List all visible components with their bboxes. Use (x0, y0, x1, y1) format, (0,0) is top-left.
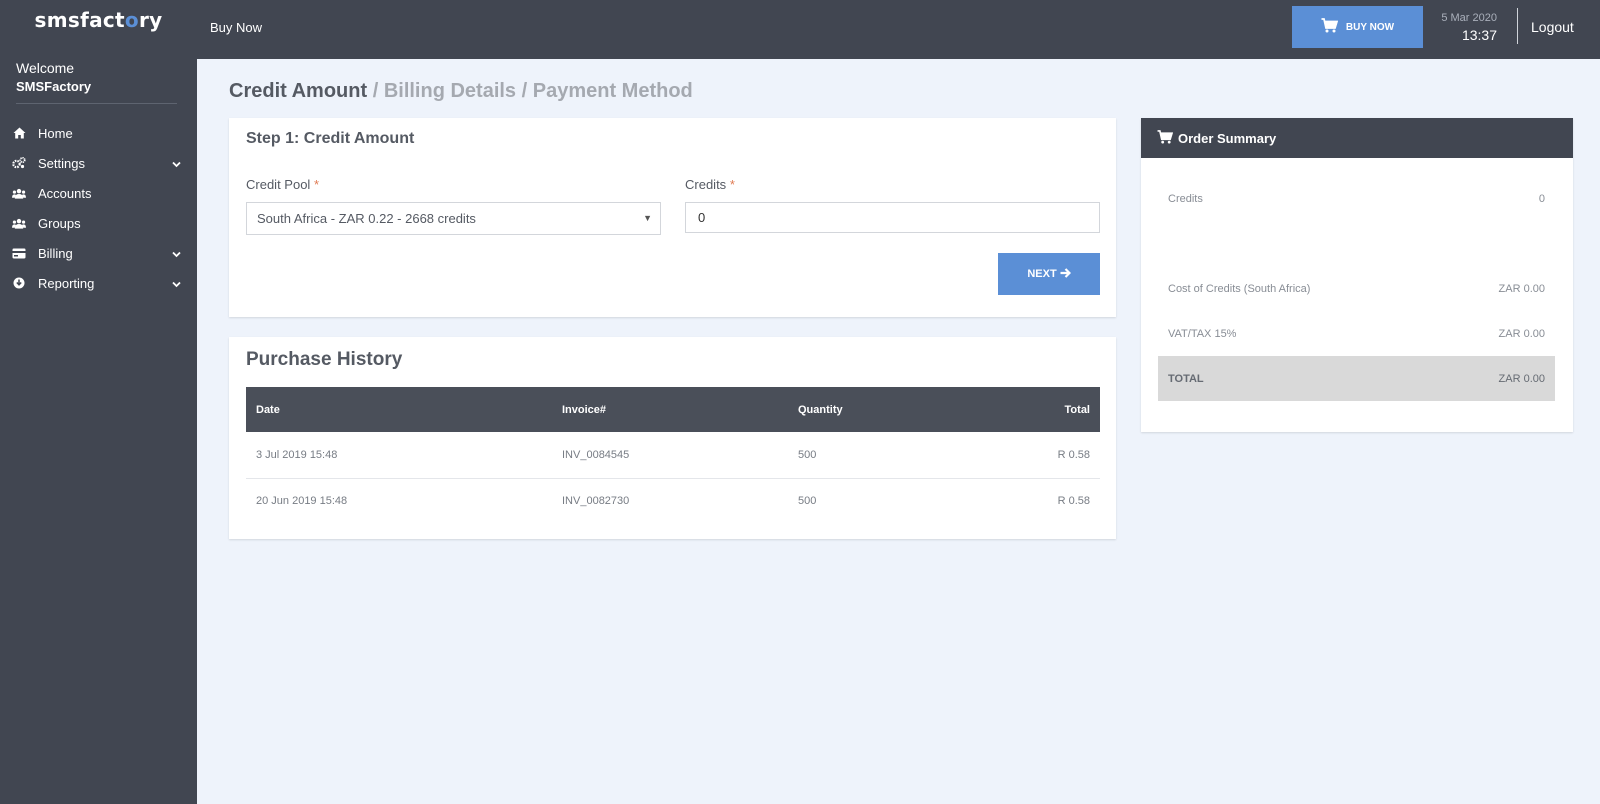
sidebar-item-label: Reporting (38, 275, 95, 291)
sidebar-item-billing[interactable]: Billing (0, 238, 197, 268)
users-icon (12, 186, 26, 200)
step-billing-details: Billing Details (383, 80, 517, 102)
column-header-total[interactable]: Total (948, 387, 1100, 432)
order-summary-header: Order Summary (1141, 118, 1573, 158)
cell-date: 3 Jul 2019 15:48 (256, 448, 338, 461)
cell-invoice: INV_0082730 (562, 495, 630, 508)
current-time: 13:37 (1461, 27, 1497, 43)
welcome-block: Welcome SMSFactory (0, 40, 197, 94)
column-header-invoice[interactable]: Invoice# (552, 387, 788, 432)
summary-row-total: TOTAL ZAR 0.00 (1158, 356, 1555, 401)
download-circle-icon (12, 276, 26, 290)
summary-label: Cost of Credits (South Africa) (1168, 282, 1311, 295)
sidebar-item-groups[interactable]: Groups (0, 208, 197, 238)
arrow-right-icon (1060, 267, 1071, 281)
table-header-row: Date Invoice# Quantity Total (246, 387, 1100, 432)
purchase-history-table: Date Invoice# Quantity Total 3 Jul 2019 … (246, 387, 1100, 524)
sidebar-item-home[interactable]: Home (0, 118, 197, 148)
summary-label: VAT/TAX 15% (1168, 327, 1237, 340)
checkout-steps: Credit Amount / Billing Details / Paymen… (229, 80, 693, 102)
credit-card-icon (12, 246, 26, 260)
sidebar-item-label: Accounts (38, 185, 92, 201)
next-label: NEXT (1027, 268, 1057, 280)
step-credit-amount: Credit Amount (229, 80, 368, 102)
shopping-cart-icon (1321, 18, 1339, 36)
top-bar: Buy Now BUY NOW 5 Mar 2020 13:37 Logout (197, 0, 1600, 59)
order-summary-card: Order Summary Credits 0 Cost of Credits … (1141, 118, 1573, 432)
home-icon (12, 126, 26, 140)
credit-pool-select[interactable]: South Africa - ZAR 0.22 - 2668 credits ▼ (246, 202, 661, 235)
table-row[interactable]: 3 Jul 2019 15:48 INV_0084545 500 R 0.58 (246, 432, 1100, 478)
credits-label: Credits * (685, 177, 735, 192)
shopping-cart-icon (1157, 129, 1174, 147)
sidebar-item-reporting[interactable]: Reporting (0, 268, 197, 298)
credits-input[interactable] (685, 202, 1100, 233)
required-marker: * (313, 177, 319, 192)
required-marker: * (729, 177, 735, 192)
cell-quantity: 500 (798, 448, 817, 461)
cogs-icon (12, 156, 26, 170)
summary-value: ZAR 0.00 (1498, 372, 1545, 385)
card-heading: Step 1: Credit Amount (246, 130, 415, 147)
sidebar-item-label: Home (38, 125, 73, 141)
chevron-down-icon (172, 276, 181, 291)
users-icon (12, 216, 26, 230)
chevron-down-icon (172, 156, 181, 171)
breadcrumb[interactable]: Buy Now (210, 20, 262, 35)
topbar-divider (1517, 8, 1518, 44)
purchase-history-card: Purchase History Date Invoice# Quantity … (229, 337, 1116, 539)
sidebar-item-accounts[interactable]: Accounts (0, 178, 197, 208)
cell-date: 20 Jun 2019 15:48 (256, 495, 348, 508)
step-payment-method: Payment Method (532, 80, 693, 102)
sidebar-item-label: Groups (38, 215, 81, 231)
order-summary-title: Order Summary (1178, 130, 1277, 146)
summary-row-cost: Cost of Credits (South Africa) ZAR 0.00 (1158, 266, 1555, 311)
chevron-down-icon (172, 246, 181, 261)
cell-quantity: 500 (798, 495, 817, 508)
summary-label: Credits (1168, 192, 1203, 205)
logout-link[interactable]: Logout (1531, 19, 1574, 35)
sidebar-divider (16, 103, 177, 104)
buy-now-button[interactable]: BUY NOW (1292, 6, 1423, 48)
summary-label: TOTAL (1168, 372, 1204, 385)
brand-logo[interactable]: smsfact o ry (0, 0, 197, 40)
date-time: 5 Mar 2020 13:37 (1422, 12, 1497, 43)
sidebar: smsfact o ry Welcome SMSFactory Home Setti… (0, 0, 197, 804)
cell-invoice: INV_0084545 (562, 448, 630, 461)
table-row[interactable]: 20 Jun 2019 15:48 INV_0082730 500 R 0.58 (246, 478, 1100, 524)
current-date: 5 Mar 2020 (1441, 12, 1497, 24)
sidebar-item-label: Billing (38, 245, 73, 261)
caret-down-icon: ▼ (643, 213, 652, 223)
summary-row-credits: Credits 0 (1158, 176, 1555, 221)
column-header-date[interactable]: Date (246, 387, 552, 432)
sidebar-item-settings[interactable]: Settings (0, 148, 197, 178)
cell-total: R 0.58 (1057, 495, 1090, 508)
summary-row-vat: VAT/TAX 15% ZAR 0.00 (1158, 311, 1555, 356)
card-heading: Purchase History (246, 349, 403, 370)
user-name: SMSFactory (16, 79, 92, 94)
credit-pool-value: South Africa - ZAR 0.22 - 2668 credits (257, 211, 476, 226)
summary-value: 0 (1538, 192, 1545, 205)
summary-value: ZAR 0.00 (1498, 282, 1545, 295)
next-button[interactable]: NEXT (998, 253, 1100, 295)
sidebar-item-label: Settings (38, 155, 85, 171)
column-header-quantity[interactable]: Quantity (788, 387, 948, 432)
buy-now-label: BUY NOW (1345, 21, 1395, 33)
credit-amount-card: Step 1: Credit Amount Credit Pool * Sout… (229, 118, 1116, 317)
welcome-text: Welcome (16, 60, 75, 76)
credit-pool-label: Credit Pool * (246, 177, 319, 192)
summary-value: ZAR 0.00 (1498, 327, 1545, 340)
cell-total: R 0.58 (1057, 448, 1090, 461)
